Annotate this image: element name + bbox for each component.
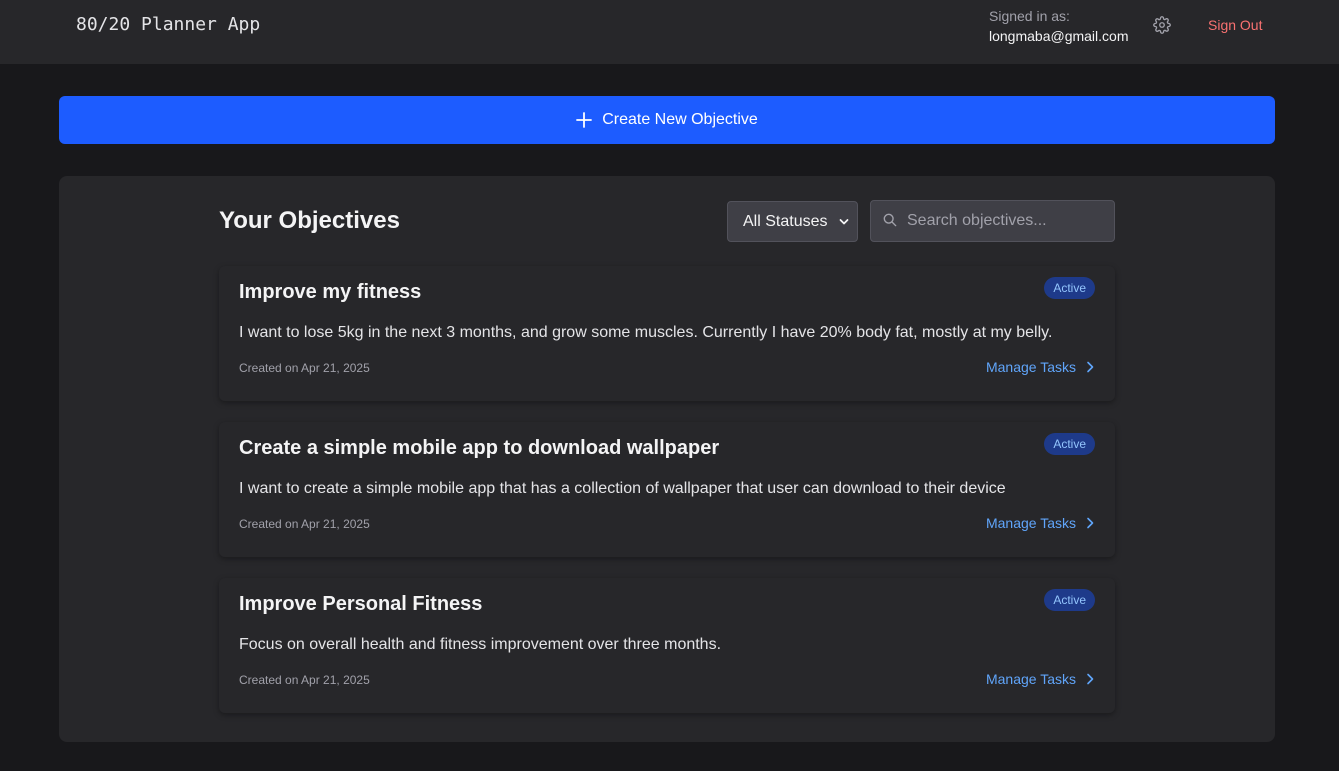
- signed-in-label: Signed in as:: [989, 8, 1070, 24]
- status-badge: Active: [1044, 589, 1095, 611]
- top-bar: 80/20 Planner App Signed in as: longmaba…: [0, 0, 1339, 64]
- create-objective-label: Create New Objective: [602, 111, 758, 128]
- manage-tasks-label: Manage Tasks: [985, 671, 1076, 687]
- chevron-right-icon: [1087, 361, 1094, 373]
- chevron-right-icon: [1087, 517, 1094, 529]
- app-title: 80/20 Planner App: [76, 14, 261, 35]
- objective-description: I want to lose 5kg in the next 3 months,…: [239, 324, 1053, 341]
- objective-title: Create a simple mobile app to download w…: [239, 437, 720, 459]
- gear-icon[interactable]: [1153, 16, 1171, 34]
- chevron-down-icon: [839, 219, 849, 225]
- manage-tasks-label: Manage Tasks: [985, 515, 1076, 531]
- manage-tasks-link[interactable]: Manage Tasks: [986, 514, 1095, 532]
- search-input[interactable]: [907, 201, 1107, 241]
- manage-tasks-label: Manage Tasks: [985, 359, 1076, 375]
- user-email: longmaba@gmail.com: [989, 28, 1129, 44]
- objective-description: I want to create a simple mobile app tha…: [239, 480, 1006, 497]
- objectives-title: Your Objectives: [219, 207, 400, 234]
- manage-tasks-link[interactable]: Manage Tasks: [986, 358, 1095, 376]
- objective-created-date: Created on Apr 21, 2025: [239, 517, 370, 531]
- objective-title: Improve my fitness: [239, 281, 422, 303]
- objective-created-date: Created on Apr 21, 2025: [239, 361, 370, 375]
- objective-card: Improve Personal Fitness Active Focus on…: [219, 578, 1115, 713]
- status-filter-value: All Statuses: [743, 212, 828, 230]
- objectives-panel: Your Objectives All Statuses Improve my …: [59, 176, 1275, 742]
- status-filter-select[interactable]: All Statuses: [727, 201, 858, 242]
- sign-out-button[interactable]: Sign Out: [1208, 16, 1262, 34]
- objective-created-date: Created on Apr 21, 2025: [239, 673, 370, 687]
- chevron-right-icon: [1087, 673, 1094, 685]
- objective-card: Improve my fitness Active I want to lose…: [219, 266, 1115, 401]
- objective-card: Create a simple mobile app to download w…: [219, 422, 1115, 557]
- signed-in-info: Signed in as: longmaba@gmail.com: [989, 7, 1129, 45]
- plus-icon: [576, 112, 593, 128]
- objective-title: Improve Personal Fitness: [239, 593, 483, 615]
- create-objective-button[interactable]: Create New Objective: [59, 96, 1275, 144]
- manage-tasks-link[interactable]: Manage Tasks: [986, 670, 1095, 688]
- status-badge: Active: [1044, 433, 1095, 455]
- objective-description: Focus on overall health and fitness impr…: [239, 636, 722, 653]
- status-badge: Active: [1044, 277, 1095, 299]
- search-box[interactable]: [870, 200, 1115, 242]
- search-icon: [883, 213, 897, 227]
